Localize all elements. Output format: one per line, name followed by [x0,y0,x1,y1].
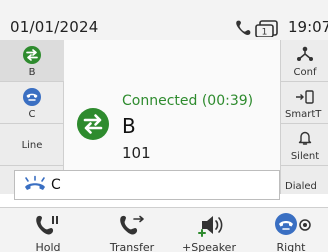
status-bar: 01/01/2024 1 19:07 [0,0,328,40]
line-key-line[interactable]: Line [0,124,64,166]
conf-label: Conf [293,67,317,78]
incoming-call-label: C [51,177,61,193]
transfer-label: Transfer [109,241,155,252]
date-display: 01/01/2024 [10,18,99,36]
time-display: 19:07 [288,18,328,36]
line-key-b[interactable]: B [0,40,64,82]
line-key-label: B [28,67,36,78]
call-connected-icon [77,108,109,140]
dialed-button[interactable]: Dialed [281,166,328,194]
smart-transfer-label: SmartT [285,109,322,120]
call-status: Connected (00:39) [122,93,254,109]
speaker-button[interactable]: +Speaker [174,208,244,252]
phone-icon [236,20,251,35]
smart-transfer-button[interactable]: SmartT [281,82,328,124]
line-key-c[interactable]: C [0,82,64,124]
action-keys-panel: Conf SmartT Silent Dialed [280,40,328,194]
speaker-label: +Speaker [182,241,236,252]
message-count-badge: 1 [262,28,268,38]
caller-number: 101 [122,144,151,162]
bell-icon [298,131,312,145]
smart-transfer-icon [296,90,314,104]
caller-name: B [122,114,136,138]
hold-button[interactable]: Hold [10,208,86,252]
incoming-call-row[interactable]: C [14,170,280,200]
softkey-bar: Hold Transfer +Speaker Right [0,207,328,252]
line-key-label: Line [21,140,43,151]
active-call-panel: Connected (00:39) B 101 [64,40,280,170]
conference-icon [297,46,313,61]
speaker-icon [198,216,223,237]
ringing-phone-icon [25,175,45,190]
transfer-icon [120,215,144,235]
right-label: Right [276,241,306,252]
hold-label: Hold [35,241,61,252]
call-incoming-icon [23,88,41,106]
message-window-icon[interactable]: 1 [255,20,278,38]
silent-label: Silent [290,151,320,162]
answer-right-button[interactable]: Right [254,208,328,252]
status-icons: 1 [234,19,282,41]
transfer-button[interactable]: Transfer [94,208,170,252]
call-connected-icon [23,46,41,64]
silent-button[interactable]: Silent [281,124,328,166]
dialed-label: Dialed [285,181,317,192]
conf-button[interactable]: Conf [281,40,328,82]
hold-icon [36,215,58,235]
answer-call-icon [275,213,311,235]
line-key-label: C [28,109,36,120]
